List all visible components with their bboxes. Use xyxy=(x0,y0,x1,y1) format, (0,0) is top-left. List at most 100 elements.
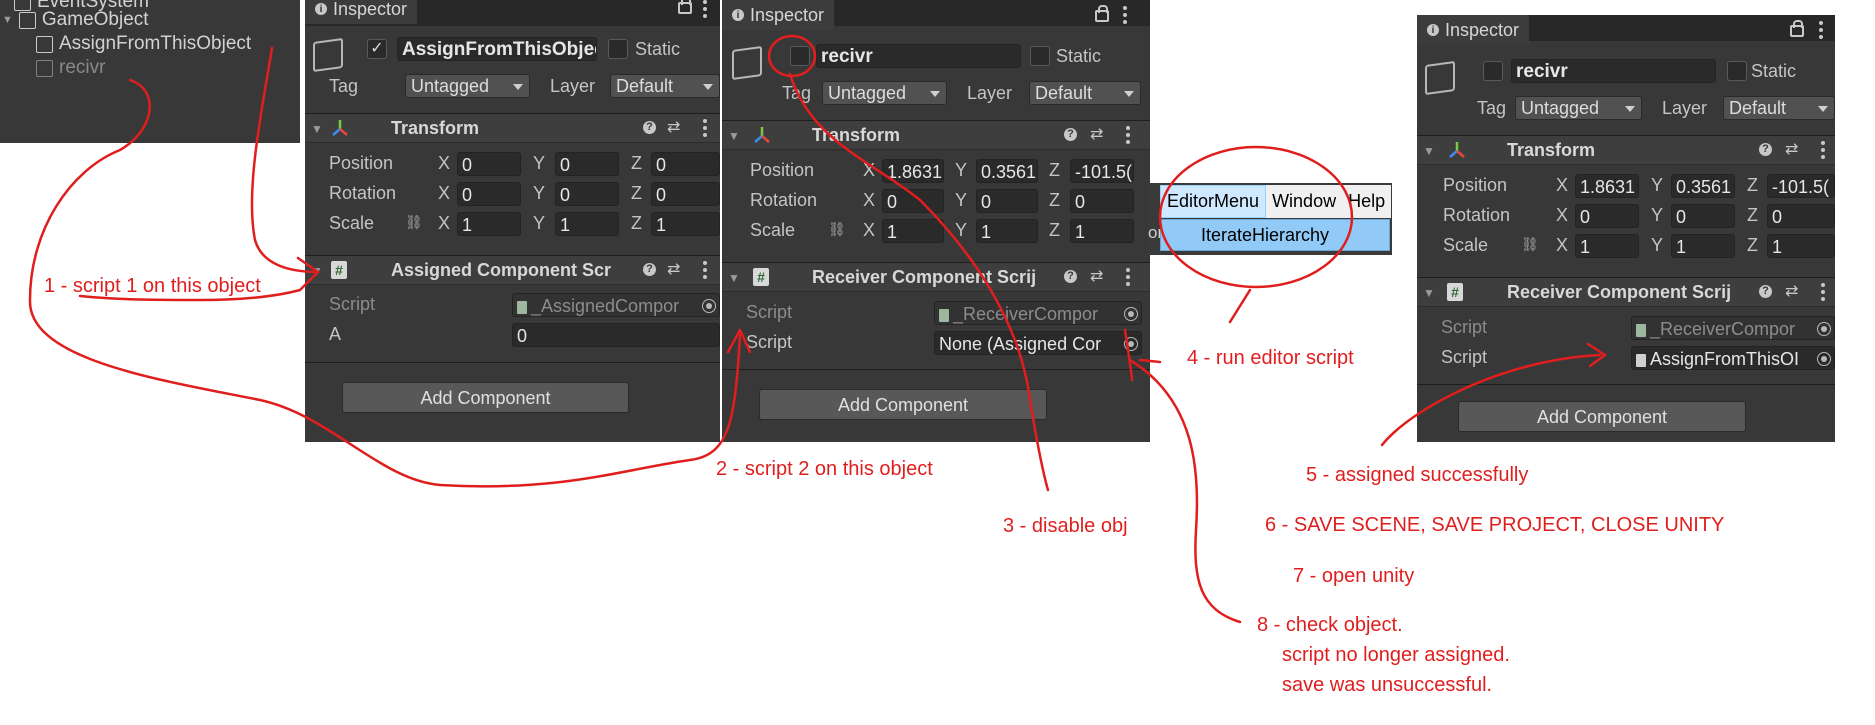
tag-dropdown[interactable]: Untagged xyxy=(1515,96,1642,120)
layer-dropdown[interactable]: Default xyxy=(610,74,720,98)
help-icon[interactable]: ? xyxy=(1759,285,1772,298)
transform-header[interactable]: ▼ Transform ? ⇄ xyxy=(1417,135,1835,165)
object-name-field[interactable]: recivr xyxy=(1511,59,1716,83)
collapse-arrow-icon[interactable]: ▼ xyxy=(311,264,323,278)
rotation-z-field[interactable]: 0 xyxy=(1070,189,1134,213)
menu-item-iteratehierarchy[interactable]: IterateHierarchy xyxy=(1160,219,1390,251)
assigned-component-field[interactable]: None (Assigned Cor xyxy=(934,331,1142,355)
lock-icon[interactable] xyxy=(678,0,692,14)
help-icon[interactable]: ? xyxy=(643,263,656,276)
rotation-y-field[interactable]: 0 xyxy=(976,189,1038,213)
more-options-icon[interactable] xyxy=(703,119,707,137)
component-header[interactable]: ▼ # Assigned Component Scr ? ⇄ xyxy=(305,255,720,285)
assigned-component-field[interactable]: AssignFromThisOI xyxy=(1631,346,1835,370)
collapse-arrow-icon[interactable]: ▼ xyxy=(728,271,740,285)
more-options-icon[interactable] xyxy=(1821,283,1825,301)
collapse-arrow-icon[interactable]: ▼ xyxy=(311,122,323,136)
object-picker-icon[interactable] xyxy=(1124,337,1138,351)
add-component-button[interactable]: Add Component xyxy=(759,389,1047,420)
layer-dropdown[interactable]: Default xyxy=(1723,96,1835,120)
position-z-field[interactable]: -101.5( xyxy=(1070,159,1134,183)
tag-dropdown[interactable]: Untagged xyxy=(405,74,530,98)
more-options-icon[interactable] xyxy=(1123,6,1127,24)
object-picker-icon[interactable] xyxy=(1817,352,1831,366)
rotation-y-field[interactable]: 0 xyxy=(555,182,619,206)
help-icon[interactable]: ? xyxy=(643,121,656,134)
tab-inspector[interactable]: i Inspector xyxy=(1417,15,1530,45)
component-header[interactable]: ▼ # Receiver Component Scrij ? ⇄ xyxy=(722,262,1150,292)
rotation-x-field[interactable]: 0 xyxy=(1575,204,1639,228)
tab-inspector[interactable]: i Inspector xyxy=(722,0,835,30)
scale-z-field[interactable]: 1 xyxy=(1070,219,1134,243)
help-icon[interactable]: ? xyxy=(1759,143,1772,156)
active-checkbox[interactable] xyxy=(1483,61,1503,81)
static-checkbox[interactable] xyxy=(1727,61,1747,81)
help-icon[interactable]: ? xyxy=(1064,270,1077,283)
position-x-field[interactable]: 1.8631 xyxy=(882,159,944,183)
collapse-arrow-icon[interactable]: ▼ xyxy=(728,129,740,143)
scale-y-field[interactable]: 1 xyxy=(555,212,619,236)
object-name-field[interactable]: recivr xyxy=(816,44,1021,68)
preset-icon[interactable]: ⇄ xyxy=(667,117,680,137)
scale-z-field[interactable]: 1 xyxy=(1767,234,1835,258)
hierarchy-item-recivr[interactable]: recivr xyxy=(36,57,105,79)
static-checkbox[interactable] xyxy=(1030,46,1050,66)
rotation-x-field[interactable]: 0 xyxy=(457,182,521,206)
tab-inspector[interactable]: i Inspector xyxy=(305,0,418,24)
scale-x-field[interactable]: 1 xyxy=(457,212,521,236)
object-name-field[interactable]: AssignFromThisObject xyxy=(397,37,597,61)
active-checkbox[interactable]: ✓ xyxy=(367,39,387,59)
object-picker-icon[interactable] xyxy=(1124,307,1138,321)
object-picker-icon[interactable] xyxy=(1817,322,1831,336)
active-checkbox[interactable] xyxy=(790,46,810,66)
preset-icon[interactable]: ⇄ xyxy=(1785,281,1798,301)
position-x-field[interactable]: 1.8631 xyxy=(1575,174,1639,198)
more-options-icon[interactable] xyxy=(1819,21,1823,39)
position-y-field[interactable]: 0.3561 xyxy=(976,159,1038,183)
menu-window[interactable]: Window xyxy=(1266,185,1342,218)
help-icon[interactable]: ? xyxy=(1064,128,1077,141)
object-picker-icon[interactable] xyxy=(702,299,716,313)
preset-icon[interactable]: ⇄ xyxy=(1090,124,1103,144)
static-checkbox[interactable] xyxy=(608,39,628,59)
position-z-field[interactable]: 0 xyxy=(651,152,720,176)
hierarchy-item-assignfromthisobject[interactable]: AssignFromThisObject xyxy=(36,33,251,55)
position-z-field[interactable]: -101.5( xyxy=(1767,174,1835,198)
preset-icon[interactable]: ⇄ xyxy=(1090,266,1103,286)
more-options-icon[interactable] xyxy=(703,0,707,18)
collapse-arrow-icon[interactable]: ▼ xyxy=(1423,286,1435,300)
position-y-field[interactable]: 0.3561 xyxy=(1671,174,1735,198)
transform-header[interactable]: ▼ Transform ? ⇄ xyxy=(722,120,1150,150)
component-header[interactable]: ▼ # Receiver Component Scrij ? ⇄ xyxy=(1417,277,1835,307)
scale-x-field[interactable]: 1 xyxy=(882,219,944,243)
rotation-z-field[interactable]: 0 xyxy=(1767,204,1835,228)
layer-dropdown[interactable]: Default xyxy=(1029,81,1141,105)
position-y-field[interactable]: 0 xyxy=(555,152,619,176)
more-options-icon[interactable] xyxy=(1126,268,1130,286)
constrain-proportions-icon[interactable]: ⛓ xyxy=(1521,236,1539,253)
a-field[interactable]: 0 xyxy=(512,323,720,347)
more-options-icon[interactable] xyxy=(1821,141,1825,159)
rotation-y-field[interactable]: 0 xyxy=(1671,204,1735,228)
scale-y-field[interactable]: 1 xyxy=(976,219,1038,243)
scale-z-field[interactable]: 1 xyxy=(651,212,720,236)
rotation-x-field[interactable]: 0 xyxy=(882,189,944,213)
preset-icon[interactable]: ⇄ xyxy=(1785,139,1798,159)
collapse-arrow-icon[interactable]: ▼ xyxy=(1423,144,1435,158)
transform-header[interactable]: ▼ Transform ? ⇄ xyxy=(305,113,720,143)
lock-icon[interactable] xyxy=(1095,5,1109,22)
add-component-button[interactable]: Add Component xyxy=(342,382,629,413)
tag-dropdown[interactable]: Untagged xyxy=(822,81,947,105)
constrain-proportions-icon[interactable]: ⛓ xyxy=(405,214,423,231)
expand-arrow-icon[interactable]: ▼ xyxy=(2,14,13,26)
hierarchy-item-gameobject[interactable]: ▼ GameObject xyxy=(2,9,149,31)
more-options-icon[interactable] xyxy=(703,261,707,279)
menu-editormenu[interactable]: EditorMenu xyxy=(1160,185,1267,218)
position-x-field[interactable]: 0 xyxy=(457,152,521,176)
rotation-z-field[interactable]: 0 xyxy=(651,182,720,206)
menu-help[interactable]: Help xyxy=(1342,185,1391,218)
add-component-button[interactable]: Add Component xyxy=(1458,401,1746,432)
scale-y-field[interactable]: 1 xyxy=(1671,234,1735,258)
lock-icon[interactable] xyxy=(1790,20,1804,37)
more-options-icon[interactable] xyxy=(1126,126,1130,144)
